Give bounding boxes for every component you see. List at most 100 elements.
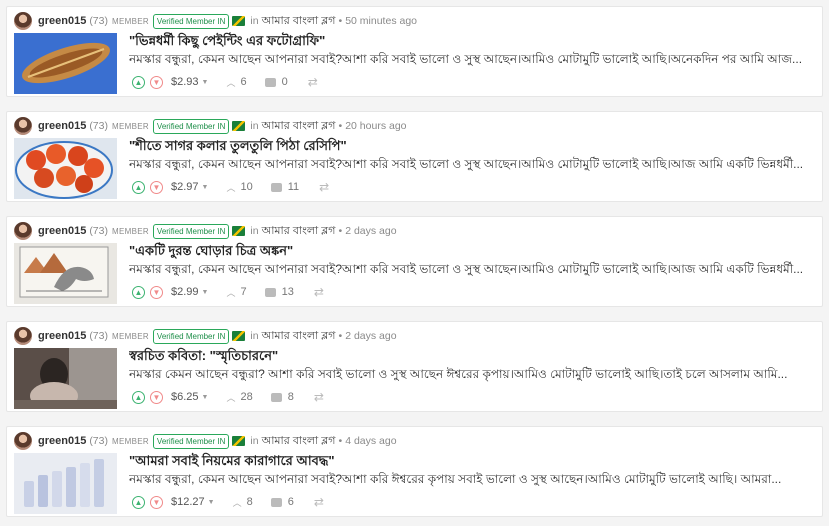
- comment-count-value: 8: [287, 391, 294, 403]
- post-title[interactable]: "ভিন্নধর্মী কিছু পেইন্টিং এর ফটোগ্রাফি": [129, 32, 325, 53]
- post-excerpt[interactable]: নমস্কার বন্ধুরা, কেমন আছেন আপনারা সবাই?আ…: [129, 471, 809, 491]
- reblog-icon[interactable]: ⇄: [314, 390, 324, 404]
- post-title[interactable]: "শীতে সাগর কলার তুলতুলি পিঠা রেসিপি": [129, 137, 347, 158]
- avatar[interactable]: [14, 327, 32, 345]
- comment-count[interactable]: 13: [264, 286, 294, 298]
- downvote-button[interactable]: ▼: [150, 75, 163, 89]
- separator-dot: •: [338, 225, 343, 237]
- community-link[interactable]: আমার বাংলা ব্লগ: [262, 12, 336, 31]
- comment-count-value: 6: [287, 496, 294, 508]
- reblog-icon[interactable]: ⇄: [314, 495, 324, 509]
- post-thumbnail[interactable]: [14, 138, 117, 199]
- comment-icon: [270, 182, 282, 192]
- post-title[interactable]: স্বরচিত কবিতা: "স্মৃতিচারনে": [129, 347, 278, 368]
- payout-value[interactable]: $12.27: [171, 496, 205, 508]
- post-footer: ▲ ▼ $6.25 ▼ ︿ 28 8 ⇄: [132, 388, 324, 406]
- poem-photo-image: [14, 348, 117, 409]
- author-link[interactable]: green015: [38, 120, 86, 132]
- verified-badge: Verified Member IN: [152, 118, 230, 134]
- author-link[interactable]: green015: [38, 15, 86, 27]
- verified-badge: Verified Member IN: [152, 433, 230, 449]
- post-excerpt[interactable]: নমস্কার বন্ধুরা, কেমন আছেন আপনারা সবাই?আ…: [129, 156, 809, 176]
- post-feed: green015 (73) MEMBER Verified Member IN …: [0, 0, 829, 526]
- post-title[interactable]: "একটি দুরন্ত ঘোড়ার চিত্র অঙ্কন": [129, 242, 293, 263]
- chevron-up-icon: ︿: [226, 77, 236, 88]
- upvote-button[interactable]: ▲: [132, 495, 145, 509]
- upvote-button[interactable]: ▲: [132, 180, 145, 194]
- vote-count[interactable]: ︿ 8: [233, 496, 253, 509]
- chevron-up-icon: ︿: [232, 497, 242, 508]
- post-excerpt[interactable]: নমস্কার কেমন আছেন বন্ধুরা? আশা করি সবাই …: [129, 366, 809, 386]
- payout-dropdown-icon[interactable]: ▼: [202, 79, 209, 86]
- community-link[interactable]: আমার বাংলা ব্লগ: [262, 327, 336, 346]
- post-thumbnail[interactable]: [14, 453, 117, 514]
- post-time[interactable]: 4 days ago: [345, 435, 396, 447]
- comment-icon: [264, 77, 276, 87]
- post-thumbnail[interactable]: [14, 33, 117, 94]
- payout-value[interactable]: $2.97: [171, 181, 199, 193]
- post-card[interactable]: green015 (73) MEMBER Verified Member IN …: [6, 321, 823, 412]
- author-link[interactable]: green015: [38, 225, 86, 237]
- comment-count[interactable]: 11: [270, 181, 299, 193]
- community-link[interactable]: আমার বাংলা ব্লগ: [262, 117, 336, 136]
- vote-count[interactable]: ︿ 10: [226, 181, 252, 194]
- comment-count[interactable]: 6: [270, 496, 294, 508]
- post-excerpt[interactable]: নমস্কার বন্ধুরা, কেমন আছেন আপনারা সবাই?আ…: [129, 51, 809, 71]
- comment-icon: [270, 497, 282, 507]
- member-label: MEMBER: [112, 121, 149, 131]
- avatar[interactable]: [14, 222, 32, 240]
- payout-dropdown-icon[interactable]: ▼: [202, 184, 209, 191]
- in-label: in: [250, 435, 259, 447]
- reblog-icon[interactable]: ⇄: [314, 285, 324, 299]
- upvote-button[interactable]: ▲: [132, 390, 145, 404]
- reputation: (73): [89, 435, 108, 447]
- post-thumbnail[interactable]: [14, 243, 117, 304]
- downvote-button[interactable]: ▼: [150, 285, 163, 299]
- post-card[interactable]: green015 (73) MEMBER Verified Member IN …: [6, 426, 823, 517]
- reblog-icon[interactable]: ⇄: [308, 75, 318, 89]
- payout-value[interactable]: $6.25: [171, 391, 199, 403]
- author-link[interactable]: green015: [38, 435, 86, 447]
- separator-dot: •: [338, 330, 343, 342]
- post-time[interactable]: 50 minutes ago: [345, 15, 417, 27]
- upvote-button[interactable]: ▲: [132, 75, 145, 89]
- payout-dropdown-icon[interactable]: ▼: [208, 499, 215, 506]
- payout-dropdown-icon[interactable]: ▼: [202, 289, 209, 296]
- comment-count[interactable]: 0: [264, 76, 288, 88]
- post-time[interactable]: 20 hours ago: [345, 120, 406, 132]
- post-title[interactable]: "আমরা সবাই নিয়মের কারাগারে আবদ্ধ": [129, 452, 335, 473]
- post-time[interactable]: 2 days ago: [345, 225, 396, 237]
- vote-count-value: 10: [240, 181, 253, 193]
- post-thumbnail[interactable]: [14, 348, 117, 409]
- payout-value[interactable]: $2.93: [171, 76, 199, 88]
- post-card[interactable]: green015 (73) MEMBER Verified Member IN …: [6, 111, 823, 202]
- vote-count[interactable]: ︿ 28: [226, 391, 252, 404]
- reblog-icon[interactable]: ⇄: [319, 180, 329, 194]
- pitha-food-image: [14, 138, 117, 199]
- avatar[interactable]: [14, 117, 32, 135]
- separator-dot: •: [338, 15, 343, 27]
- downvote-button[interactable]: ▼: [150, 390, 163, 404]
- flag-icon: [232, 331, 246, 341]
- vote-count[interactable]: ︿ 6: [226, 76, 246, 89]
- avatar[interactable]: [14, 432, 32, 450]
- post-card[interactable]: green015 (73) MEMBER Verified Member IN …: [6, 6, 823, 97]
- vote-count[interactable]: ︿ 7: [226, 286, 246, 299]
- community-link[interactable]: আমার বাংলা ব্লগ: [262, 222, 336, 241]
- post-excerpt[interactable]: নমস্কার বন্ধুরা, কেমন আছেন আপনারা সবাই?আ…: [129, 261, 809, 281]
- downvote-button[interactable]: ▼: [150, 495, 163, 509]
- member-label: MEMBER: [112, 436, 149, 446]
- post-time[interactable]: 2 days ago: [345, 330, 396, 342]
- community-link[interactable]: আমার বাংলা ব্লগ: [262, 432, 336, 451]
- author-link[interactable]: green015: [38, 330, 86, 342]
- comment-count[interactable]: 8: [270, 391, 294, 403]
- payout-value[interactable]: $2.99: [171, 286, 199, 298]
- downvote-button[interactable]: ▼: [150, 180, 163, 194]
- post-footer: ▲ ▼ $12.27 ▼ ︿ 8 6 ⇄: [132, 493, 324, 511]
- payout-dropdown-icon[interactable]: ▼: [202, 394, 209, 401]
- post-meta: green015 (73) MEMBER Verified Member IN …: [14, 117, 407, 135]
- verified-badge: Verified Member IN: [152, 328, 230, 344]
- avatar[interactable]: [14, 12, 32, 30]
- upvote-button[interactable]: ▲: [132, 285, 145, 299]
- post-card[interactable]: green015 (73) MEMBER Verified Member IN …: [6, 216, 823, 307]
